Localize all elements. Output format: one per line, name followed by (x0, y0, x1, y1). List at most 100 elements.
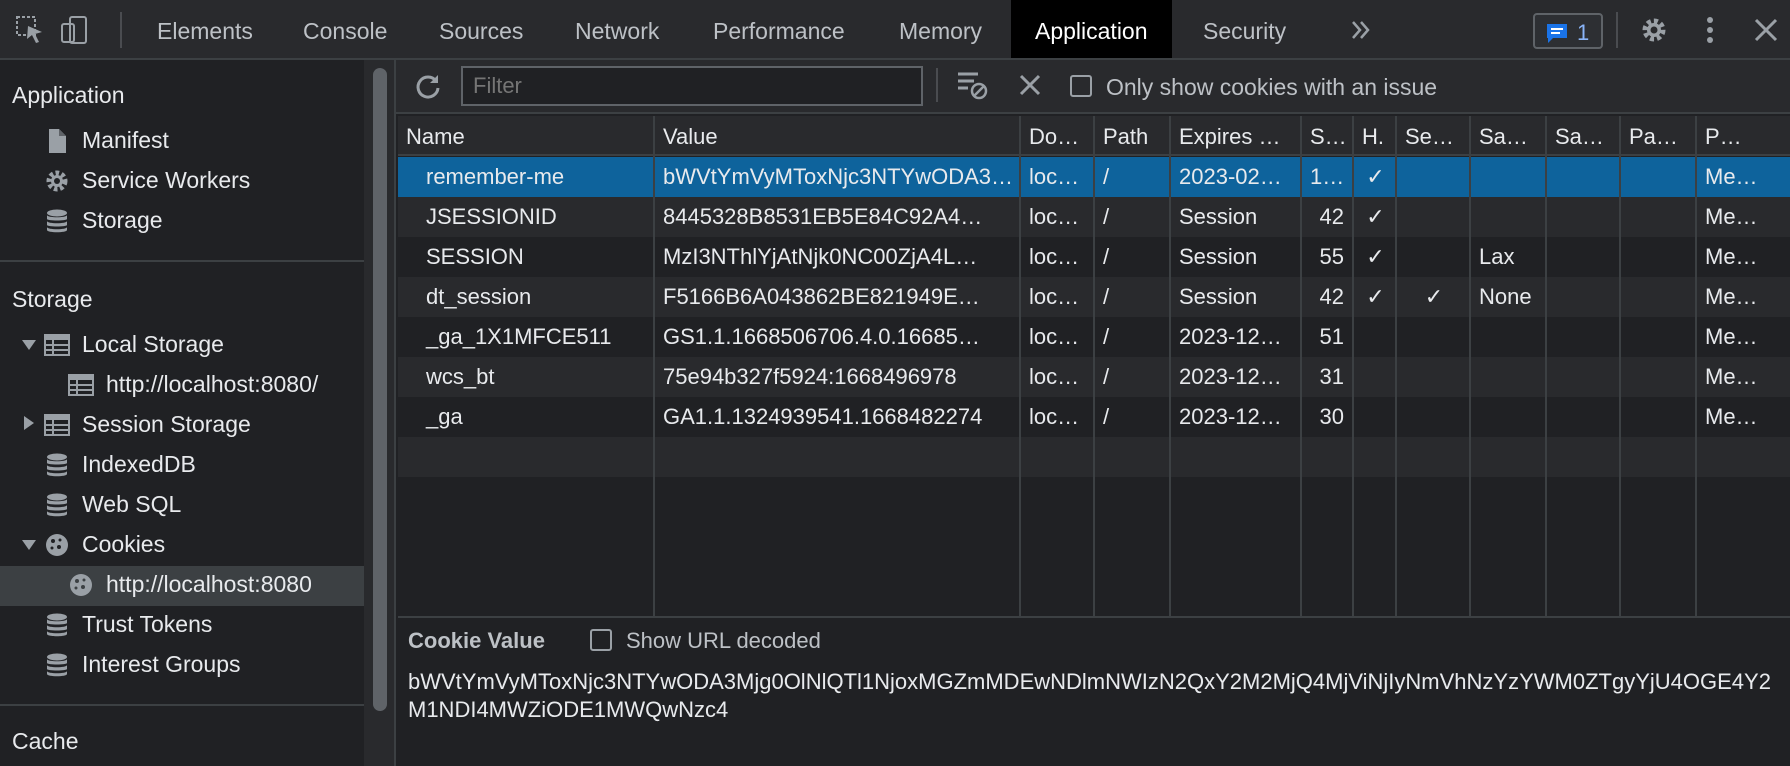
show-url-decoded-label: Show URL decoded (626, 628, 821, 653)
close-icon[interactable] (1750, 14, 1782, 46)
filter-input[interactable] (461, 66, 923, 106)
table-cell (1621, 317, 1697, 357)
tab-security[interactable]: Security (1203, 0, 1286, 58)
database-icon (44, 652, 70, 678)
tab-application[interactable]: Application (1011, 0, 1172, 58)
sidebar-item-cookies[interactable]: Cookies (82, 531, 165, 558)
sidebar-item-storage[interactable]: Storage (82, 207, 163, 234)
sidebar-item-trust-tokens[interactable]: Trust Tokens (82, 611, 212, 638)
column-separator[interactable] (1619, 116, 1621, 616)
tab-console[interactable]: Console (303, 0, 387, 58)
more-options-icon[interactable] (1694, 14, 1726, 46)
column-separator[interactable] (1395, 116, 1397, 616)
sidebar-item-web-sql[interactable]: Web SQL (82, 491, 181, 518)
table-cell: 2023-12… (1179, 404, 1282, 429)
sidebar-splitter[interactable] (394, 60, 396, 766)
column-header[interactable]: H. (1354, 116, 1397, 156)
table-cell: GS1.1.1668506706.4.0.16685… (663, 324, 980, 349)
inspect-element-icon[interactable] (14, 14, 46, 46)
table-cell: / (1103, 244, 1110, 269)
column-separator[interactable] (1300, 116, 1302, 616)
tab-elements[interactable]: Elements (157, 0, 253, 58)
sidebar-heading-cache: Cache (12, 728, 79, 754)
sidebar-item-cookies-origin[interactable]: http://localhost:8080 (106, 571, 312, 598)
table-cell (1471, 197, 1547, 237)
cookie-value-title: Cookie Value (408, 628, 545, 653)
expand-right-icon[interactable] (24, 416, 34, 430)
tab-memory[interactable]: Memory (899, 0, 982, 58)
cookie-value-text[interactable]: bWVtYmVyMToxNjc3NTYwODA3Mjg0OlNlQTl1Njox… (408, 668, 1784, 724)
issues-badge-button[interactable]: 1 (1533, 13, 1603, 49)
expand-down-icon[interactable] (22, 540, 36, 550)
toolbar-separator (120, 12, 122, 48)
database-icon (44, 452, 70, 478)
column-separator[interactable] (1469, 116, 1471, 616)
sidebar-item-indexeddb[interactable]: IndexedDB (82, 451, 196, 478)
sidebar-item-service-workers[interactable]: Service Workers (82, 167, 250, 194)
column-header[interactable]: Pa… (1621, 116, 1697, 156)
table-cell: Me… (1705, 204, 1758, 229)
column-separator[interactable] (1093, 116, 1095, 616)
column-header[interactable]: Value (655, 116, 1021, 156)
table-cell: loc… (1029, 364, 1080, 389)
show-url-decoded-checkbox[interactable] (590, 629, 612, 651)
toolbar-separator (1616, 12, 1618, 48)
table-cell (1397, 357, 1471, 397)
table-cell: _ga_1X1MFCE511 (426, 324, 612, 349)
chevron-double-right-icon[interactable] (1345, 14, 1377, 46)
table-cell (1621, 157, 1697, 197)
column-header[interactable]: Do… (1021, 116, 1095, 156)
column-separator[interactable] (1352, 116, 1354, 616)
column-header[interactable]: Sa… (1471, 116, 1547, 156)
table-cell: 2023-12… (1179, 364, 1282, 389)
expand-down-icon[interactable] (22, 340, 36, 350)
table-cell: Session (1179, 204, 1258, 229)
table-cell: Me… (1705, 284, 1758, 309)
sidebar-item-interest-groups[interactable]: Interest Groups (82, 651, 241, 678)
table-cell: 31 (1319, 364, 1344, 389)
gear-icon[interactable] (1638, 14, 1670, 46)
column-header[interactable]: S… (1302, 116, 1354, 156)
table-cell (1621, 237, 1697, 277)
table-cell: 75e94b327f5924:1668496978 (663, 364, 957, 389)
column-header[interactable]: P… (1697, 116, 1790, 156)
table-cell (1547, 277, 1621, 317)
only-issue-checkbox[interactable] (1070, 75, 1092, 97)
table-cell: _ga (426, 404, 463, 429)
column-header[interactable]: Sa… (1547, 116, 1621, 156)
sidebar-item-manifest[interactable]: Manifest (82, 127, 169, 154)
table-cell: / (1103, 404, 1110, 429)
table-cell (1621, 197, 1697, 237)
table-cell (1471, 157, 1547, 197)
column-separator[interactable] (1695, 116, 1697, 616)
column-separator[interactable] (1545, 116, 1547, 616)
tab-network[interactable]: Network (575, 0, 659, 58)
tab-sources[interactable]: Sources (439, 0, 523, 58)
column-header[interactable]: Se… (1397, 116, 1471, 156)
table-cell: loc… (1029, 244, 1080, 269)
column-separator[interactable] (1019, 116, 1021, 616)
clear-filtered-icon[interactable] (956, 70, 988, 106)
table-icon (44, 412, 70, 438)
sidebar-item-local-storage[interactable]: Local Storage (82, 331, 224, 358)
device-toolbar-icon[interactable] (58, 14, 90, 46)
sidebar-scrollbar-thumb[interactable] (373, 68, 387, 711)
table-cell: ✓ (1366, 164, 1385, 189)
column-header[interactable]: Path (1095, 116, 1171, 156)
table-cell (1547, 357, 1621, 397)
table-cell (1471, 357, 1547, 397)
clear-all-icon[interactable] (1018, 73, 1042, 103)
sidebar-item-local-storage-origin[interactable]: http://localhost:8080/ (106, 371, 318, 398)
table-cell (1547, 157, 1621, 197)
sidebar-item-session-storage[interactable]: Session Storage (82, 411, 251, 438)
refresh-icon[interactable] (414, 72, 442, 106)
column-separator[interactable] (653, 116, 655, 616)
tab-performance[interactable]: Performance (713, 0, 845, 58)
column-header[interactable]: Expires … (1171, 116, 1302, 156)
table-cell (1547, 237, 1621, 277)
column-header[interactable]: Name (398, 116, 655, 156)
table-cell (1471, 317, 1547, 357)
table-cell: GA1.1.1324939541.1668482274 (663, 404, 983, 429)
column-separator[interactable] (1169, 116, 1171, 616)
table-cell: 1… (1310, 164, 1345, 189)
